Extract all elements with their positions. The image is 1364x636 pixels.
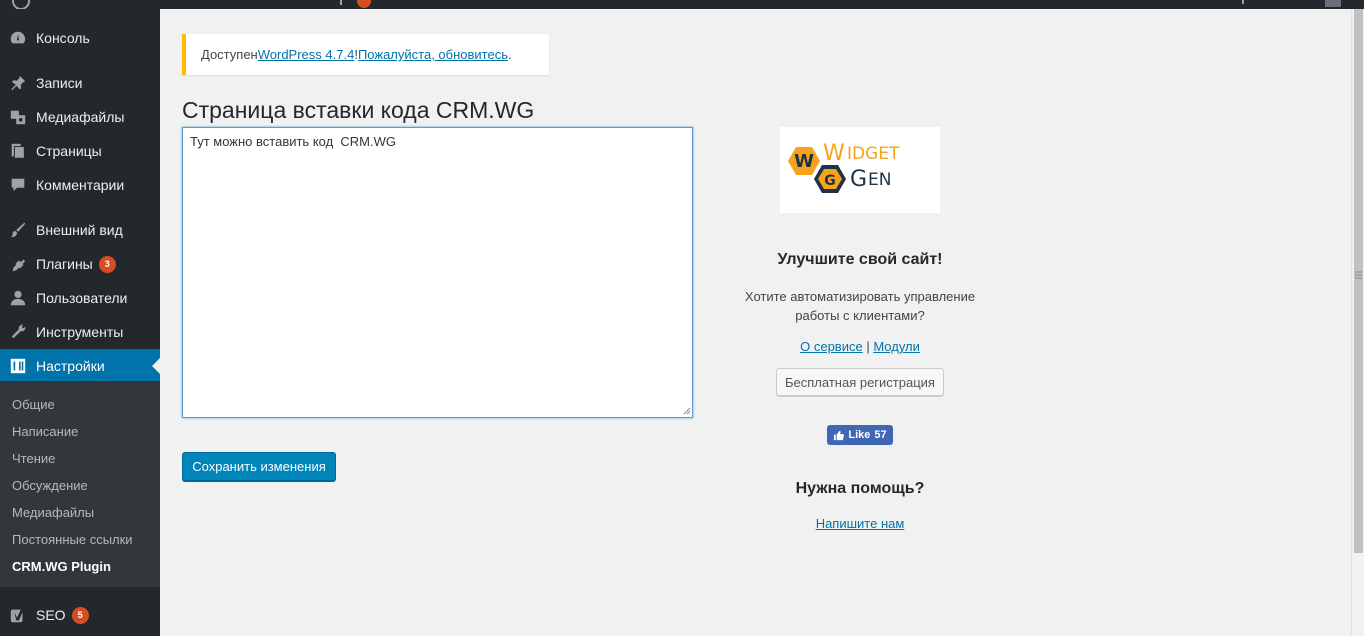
sidebar-item-label: Страницы	[36, 143, 102, 159]
sidebar-item-label: Записи	[36, 75, 83, 91]
submenu-item-discussion[interactable]: Обсуждение	[12, 478, 88, 493]
wordpress-version-link[interactable]: WordPress 4.7.4	[258, 47, 355, 62]
thumbs-up-icon	[834, 430, 845, 440]
notice-suffix: .	[507, 47, 512, 62]
pin-icon	[8, 73, 28, 93]
sidebar-item-settings[interactable]: Настройки	[0, 349, 160, 383]
facebook-like-button[interactable]: Like 57	[827, 425, 893, 445]
sidebar-item-label: Внешний вид	[36, 222, 123, 238]
logo-w-letter: W	[794, 151, 814, 172]
comment-icon	[8, 175, 28, 195]
promo-text-line: Хотите автоматизировать управление	[744, 289, 976, 304]
logo-gen-rest: EN	[868, 170, 891, 190]
sidebar-item-label: Медиафайлы	[36, 109, 125, 125]
contact-us-link[interactable]: Напишите нам	[816, 516, 905, 531]
updates-badge[interactable]	[357, 0, 371, 8]
admin-bar-item[interactable]	[340, 0, 342, 5]
promo-text-line: работы с клиентами?	[795, 308, 925, 323]
update-notice: Доступен WordPress 4.7.4! Пожалуйста, об…	[182, 34, 549, 75]
wrench-icon	[8, 322, 28, 342]
plugin-icon	[8, 254, 28, 274]
sidebar-item-comments[interactable]: Комментарии	[0, 168, 160, 202]
user-icon	[8, 288, 28, 308]
avatar[interactable]	[1325, 0, 1341, 7]
widgetgen-logo-icon: W G W IDGET G EN	[788, 141, 900, 193]
free-registration-button[interactable]: Бесплатная регистрация	[776, 368, 944, 396]
like-count: 57	[874, 429, 887, 441]
logo-g-letter: G	[824, 173, 836, 189]
dashboard-icon	[8, 28, 28, 48]
sidebar-item-label: Консоль	[36, 30, 90, 46]
logo-gen-initial: G	[850, 167, 867, 192]
admin-bar-item[interactable]	[1242, 0, 1244, 4]
promo-heading: Улучшите свой сайт!	[777, 251, 943, 268]
sidebar-item-users[interactable]: Пользователи	[0, 281, 160, 315]
modules-link[interactable]: Модули	[873, 339, 920, 354]
code-textarea[interactable]: Тут можно вставить код CRM.WG	[182, 127, 693, 418]
yoast-icon	[8, 605, 28, 625]
sidebar-item-plugins[interactable]: Плагины 3	[0, 247, 160, 281]
sidebar-item-label: SEO	[36, 607, 66, 623]
submenu-item-crmwg-plugin[interactable]: CRM.WG Plugin	[12, 559, 111, 574]
notice-prefix: Доступен	[201, 47, 258, 62]
sidebar-item-posts[interactable]: Записи	[0, 66, 160, 100]
like-label: Like	[848, 429, 871, 441]
sidebar-item-appearance[interactable]: Внешний вид	[0, 213, 160, 247]
promo-links: О сервисе | Модули	[700, 339, 1020, 354]
admin-sidebar: Консоль Записи Медиафайлы Страницы Комме…	[0, 9, 160, 636]
about-service-link[interactable]: О сервисе	[800, 339, 863, 354]
scroll-grip-icon	[1355, 271, 1362, 279]
logo-widget-initial: W	[823, 141, 845, 166]
help-heading: Нужна помощь?	[795, 480, 925, 497]
sidebar-item-label: Пользователи	[36, 290, 128, 306]
submenu-item-writing[interactable]: Написание	[12, 424, 78, 439]
submenu-item-reading[interactable]: Чтение	[12, 451, 55, 466]
sidebar-item-media[interactable]: Медиафайлы	[0, 100, 160, 134]
logo-widget-rest: IDGET	[847, 144, 900, 164]
sidebar-item-label: Инструменты	[36, 324, 124, 340]
submenu-item-permalinks[interactable]: Постоянные ссылки	[12, 532, 133, 547]
admin-bar	[0, 0, 1364, 10]
widgetgen-logo: W G W IDGET G EN	[780, 127, 940, 213]
resize-grip-icon[interactable]	[681, 405, 691, 415]
page-title: Страница вставки кода CRM.WG	[182, 97, 535, 123]
sidebar-item-pages[interactable]: Страницы	[0, 134, 160, 168]
media-icon	[8, 107, 28, 127]
update-now-link[interactable]: Пожалуйста, обновитесь	[358, 47, 508, 62]
pages-icon	[8, 141, 28, 161]
submenu-item-general[interactable]: Общие	[12, 397, 55, 412]
sidebar-item-label: Настройки	[36, 358, 105, 374]
submenu-item-media[interactable]: Медиафайлы	[12, 505, 94, 520]
save-button[interactable]: Сохранить изменения	[182, 452, 336, 481]
sidebar-item-label: Комментарии	[36, 177, 125, 193]
brush-icon	[8, 220, 28, 240]
sidebar-item-tools[interactable]: Инструменты	[0, 315, 160, 349]
scrollbar-thumb[interactable]	[1354, 9, 1363, 553]
sidebar-item-label: Плагины	[36, 256, 93, 272]
help-link-wrap: Напишите нам	[700, 516, 1020, 531]
seo-badge: 5	[71, 606, 89, 624]
links-separator: |	[862, 339, 874, 354]
plugins-update-badge: 3	[98, 255, 116, 273]
page-scrollbar[interactable]	[1351, 9, 1364, 636]
sidebar-item-console[interactable]: Консоль	[0, 21, 160, 55]
promo-text: Хотите автоматизировать управление работ…	[700, 287, 1020, 325]
settings-icon	[8, 356, 28, 376]
sidebar-item-seo[interactable]: SEO 5	[0, 598, 160, 632]
settings-submenu: Общие Написание Чтение Обсуждение Медиаф…	[0, 381, 160, 587]
